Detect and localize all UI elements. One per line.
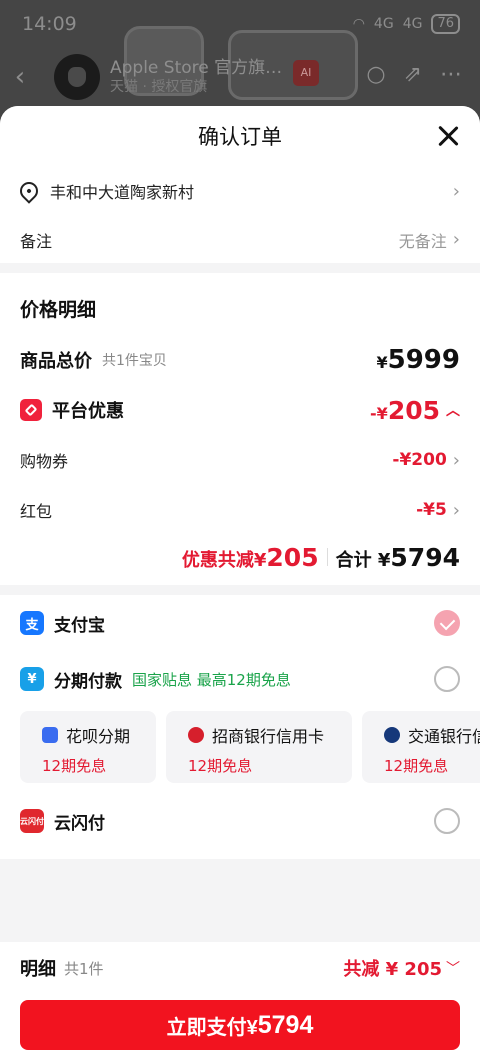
payment-method-card: 支 支付宝 ¥ 分期付款 国家贴息 最高12期免息 花呗分期 12期免息 招商银…	[0, 595, 480, 859]
huabei-icon	[42, 727, 58, 743]
detail-save: 共减 ¥ 205	[343, 959, 442, 980]
platform-discount-value: -¥205	[370, 395, 440, 425]
sheet-header: 确认订单	[0, 106, 480, 166]
cmb-icon	[188, 727, 204, 743]
detail-row[interactable]: 明细 共1件 共减 ¥ 205 ﹀	[0, 942, 480, 994]
sheet-title: 确认订单	[198, 125, 282, 149]
chevron-right-icon: ›	[452, 180, 460, 202]
alipay-icon: 支	[20, 611, 44, 635]
redpacket-row[interactable]: 红包 -¥5 ›	[0, 485, 480, 535]
bcm-icon	[384, 727, 400, 743]
installment-bank-list[interactable]: 花呗分期 12期免息 招商银行信用卡 12期免息 交通银行信用卡 12期免息	[0, 707, 480, 787]
goods-count: 共1件宝贝	[102, 353, 167, 369]
alipay-option[interactable]: 支 支付宝	[0, 595, 480, 651]
chevron-right-icon: ›	[452, 499, 460, 521]
unionpay-icon: 云闪付	[20, 809, 44, 833]
remark-label: 备注	[20, 231, 53, 251]
check-icon[interactable]	[434, 610, 460, 636]
battery-indicator: 76	[431, 14, 460, 34]
chevron-up-icon[interactable]: ︿	[446, 400, 460, 420]
pay-now-button[interactable]: 立即支付¥ 5794	[20, 1000, 460, 1050]
ai-badge-icon: AI	[293, 60, 319, 86]
address-row[interactable]: 丰和中大道陶家新村 ›	[0, 166, 480, 216]
unionpay-label: 云闪付	[54, 813, 105, 834]
more-icon: ⋯	[440, 62, 462, 87]
installment-promo: 国家贴息 最高12期免息	[132, 670, 291, 689]
price-title: 价格明细	[20, 299, 97, 321]
summary-row: 优惠共减¥205 合计 ¥5794	[0, 535, 480, 579]
goods-total-price: ¥5999	[376, 345, 460, 375]
goods-total-row: 商品总价 共1件宝贝 ¥5999	[0, 335, 480, 385]
address-card: 丰和中大道陶家新村 › 备注 无备注 ›	[0, 166, 480, 263]
coupon-value: -¥200	[392, 450, 447, 470]
close-icon[interactable]	[434, 122, 462, 150]
remark-value: 无备注	[398, 231, 447, 251]
installment-radio[interactable]	[434, 666, 460, 692]
checkout-bar: 明细 共1件 共减 ¥ 205 ﹀ 立即支付¥ 5794	[0, 942, 480, 1058]
chevron-right-icon: ›	[452, 229, 460, 250]
price-detail-card: 价格明细 商品总价 共1件宝贝 ¥5999 平台优惠 -¥205 ︿ 购物券 -…	[0, 273, 480, 585]
goods-total-label: 商品总价	[20, 351, 92, 372]
coupon-label: 购物券	[20, 452, 69, 471]
unionpay-radio[interactable]	[434, 808, 460, 834]
bank-card-bcm[interactable]: 交通银行信用卡 12期免息	[362, 711, 480, 783]
network-indicator-2: 4G	[402, 16, 423, 32]
installment-icon: ¥	[20, 667, 44, 691]
remark-row[interactable]: 备注 无备注 ›	[0, 216, 480, 263]
redpacket-value: -¥5	[416, 500, 447, 520]
coupon-row[interactable]: 购物券 -¥200 ›	[0, 435, 480, 485]
platform-discount-label: 平台优惠	[52, 401, 124, 422]
detail-label: 明细	[20, 959, 56, 980]
store-name: Apple Store 官方旗…	[110, 58, 283, 79]
wifi-icon: ◠	[352, 16, 365, 32]
network-indicator: 4G	[373, 16, 394, 32]
order-total: 合计 ¥5794	[335, 542, 460, 572]
unionpay-option[interactable]: 云闪付 云闪付	[0, 793, 480, 849]
background-page: 14:09 ◠ 4G 4G 76 ‹ Apple Store 官方旗… 天猫 ·…	[0, 0, 480, 120]
alipay-label: 支付宝	[54, 615, 105, 636]
store-sub: 天猫 · 授权官旗	[110, 78, 208, 95]
installment-option[interactable]: ¥ 分期付款 国家贴息 最高12期免息	[0, 651, 480, 707]
address-text: 丰和中大道陶家新村	[50, 183, 195, 202]
status-time: 14:09	[22, 13, 77, 35]
total-discount: 优惠共减¥205	[181, 542, 319, 572]
bank-card-cmb[interactable]: 招商银行信用卡 12期免息	[166, 711, 352, 783]
chevron-down-icon[interactable]: ﹀	[446, 958, 460, 978]
share-icon: ⇗	[403, 62, 422, 87]
redpacket-label: 红包	[20, 502, 53, 521]
back-icon[interactable]: ‹	[0, 62, 40, 92]
chevron-right-icon: ›	[452, 449, 460, 471]
installment-label: 分期付款	[54, 671, 122, 692]
apple-logo-icon	[54, 54, 100, 100]
search-icon: ○	[366, 62, 386, 87]
detail-count: 共1件	[64, 959, 104, 978]
bank-card-huabei[interactable]: 花呗分期 12期免息	[20, 711, 156, 783]
tag-icon	[20, 399, 42, 421]
pin-icon	[16, 178, 42, 204]
confirm-order-sheet: 确认订单 丰和中大道陶家新村 › 备注 无备注 › 价格明细 商品总价 共1件宝…	[0, 106, 480, 1058]
platform-discount-row[interactable]: 平台优惠 -¥205 ︿	[0, 385, 480, 435]
